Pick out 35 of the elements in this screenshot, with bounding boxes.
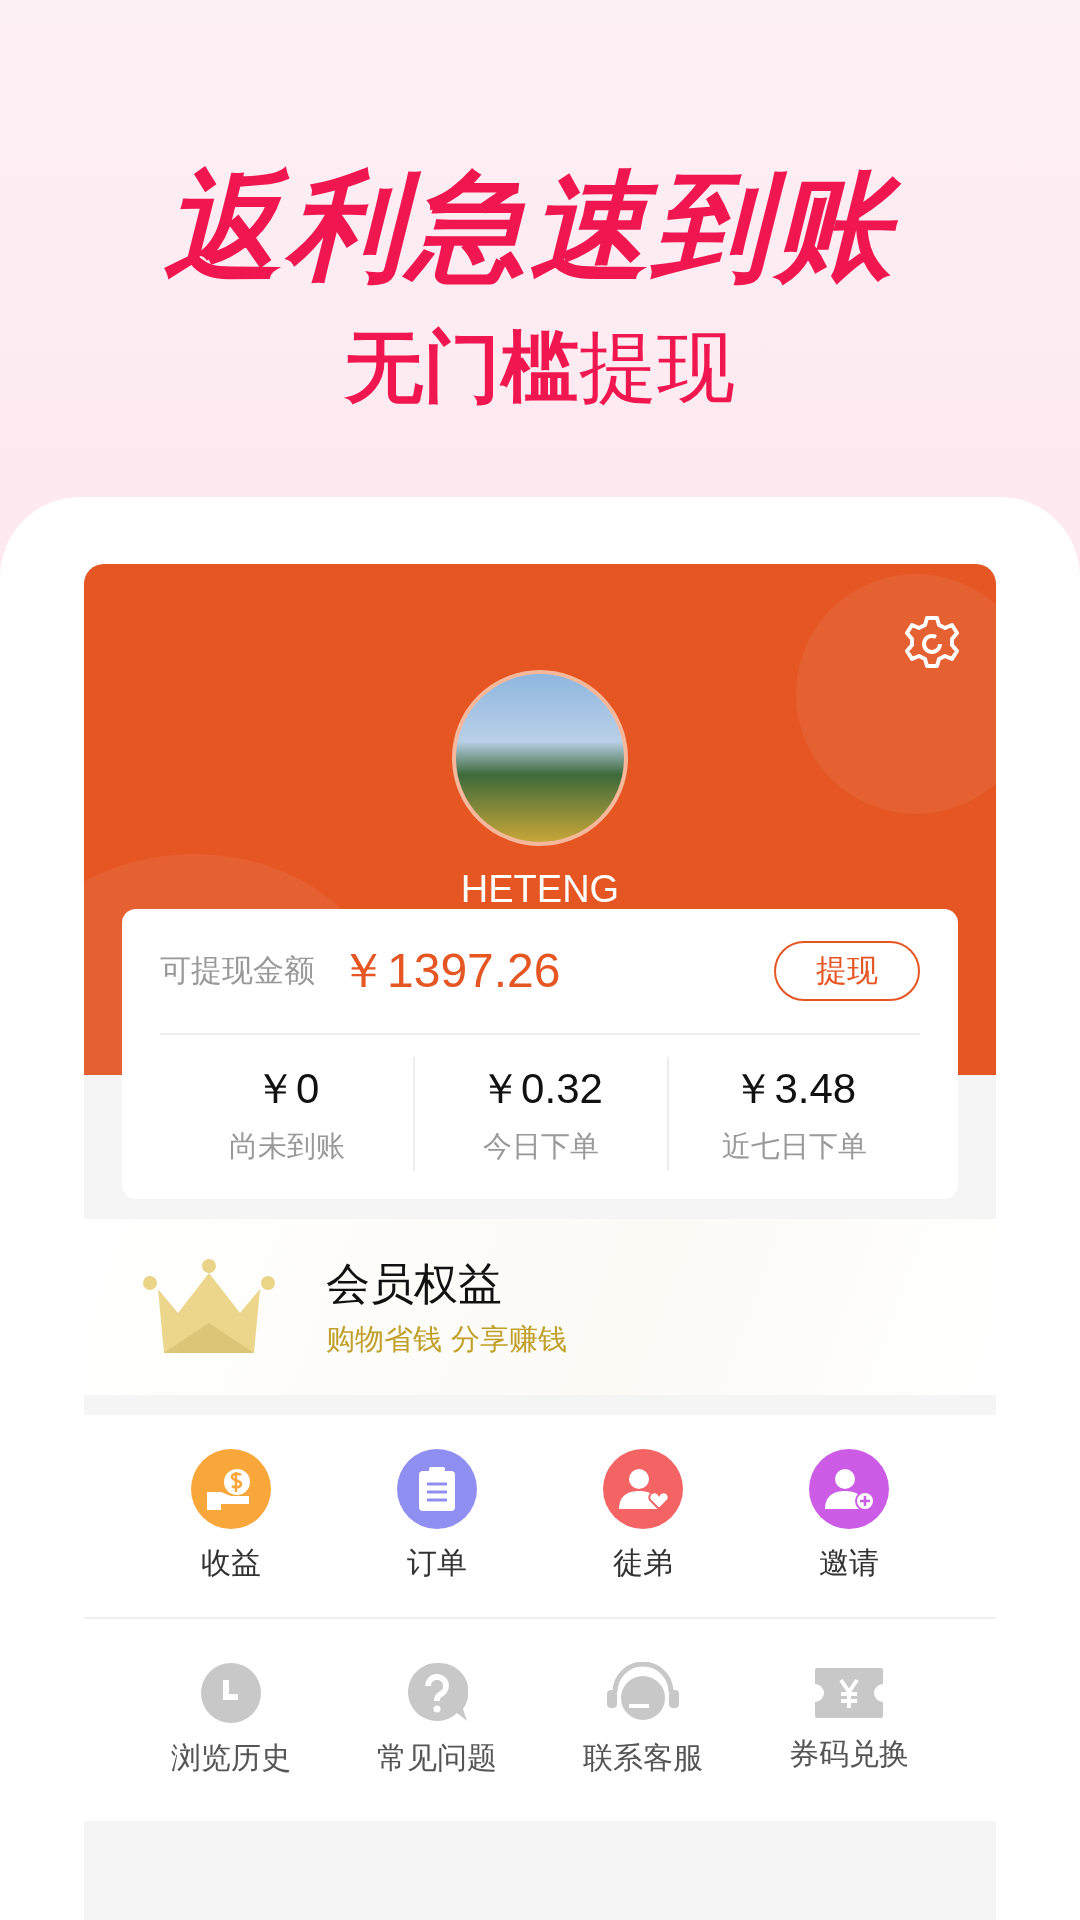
promo-headline: 返利急速到账 <box>154 150 926 304</box>
menu-label: 徒弟 <box>613 1543 673 1582</box>
menu-item[interactable]: 券码兑换 <box>746 1665 952 1775</box>
menu-label: 浏览历史 <box>171 1738 291 1777</box>
member-subtitle: 购物省钱 分享赚钱 <box>326 1320 568 1358</box>
menu-label: 订单 <box>407 1543 467 1582</box>
stat-value: ￥0.32 <box>479 1064 603 1115</box>
menu-label: 券码兑换 <box>789 1734 909 1773</box>
menu-item[interactable]: 收益 <box>128 1448 334 1584</box>
crown-icon <box>142 1259 276 1356</box>
menu-label: 邀请 <box>819 1543 879 1582</box>
withdraw-button[interactable]: 提现 <box>774 941 920 1002</box>
menu-item[interactable]: 徒弟 <box>540 1448 746 1584</box>
stat-value: ￥3.48 <box>732 1064 857 1115</box>
menu-item[interactable]: 浏览历史 <box>128 1661 334 1779</box>
menu-label: 常见问题 <box>377 1738 497 1777</box>
balance-label: 可提现金额 <box>160 951 315 991</box>
stat-value: ￥0 <box>254 1064 320 1115</box>
stat-label: 近七日下单 <box>721 1128 867 1166</box>
member-title: 会员权益 <box>326 1256 503 1311</box>
menu-item[interactable]: 联系客服 <box>540 1661 746 1779</box>
member-banner[interactable]: 会员权益 购物省钱 分享赚钱 <box>84 1219 996 1396</box>
menu-item[interactable]: 邀请 <box>746 1448 952 1584</box>
balance-amount: ￥1397.26 <box>339 943 562 1000</box>
menu-label: 收益 <box>201 1543 261 1582</box>
stat-label: 今日下单 <box>483 1128 599 1166</box>
user-name: HETENG <box>460 868 620 912</box>
menu-item[interactable]: 常见问题 <box>334 1661 540 1779</box>
menu-label: 联系客服 <box>583 1738 703 1777</box>
promo-subheadline: 无门槛提现 <box>345 325 735 412</box>
ticket-icon <box>813 1665 885 1720</box>
menu-item[interactable]: 订单 <box>334 1448 540 1584</box>
stat-label: 尚未到账 <box>228 1128 345 1166</box>
clock-icon <box>200 1661 262 1724</box>
help-icon <box>406 1661 468 1724</box>
